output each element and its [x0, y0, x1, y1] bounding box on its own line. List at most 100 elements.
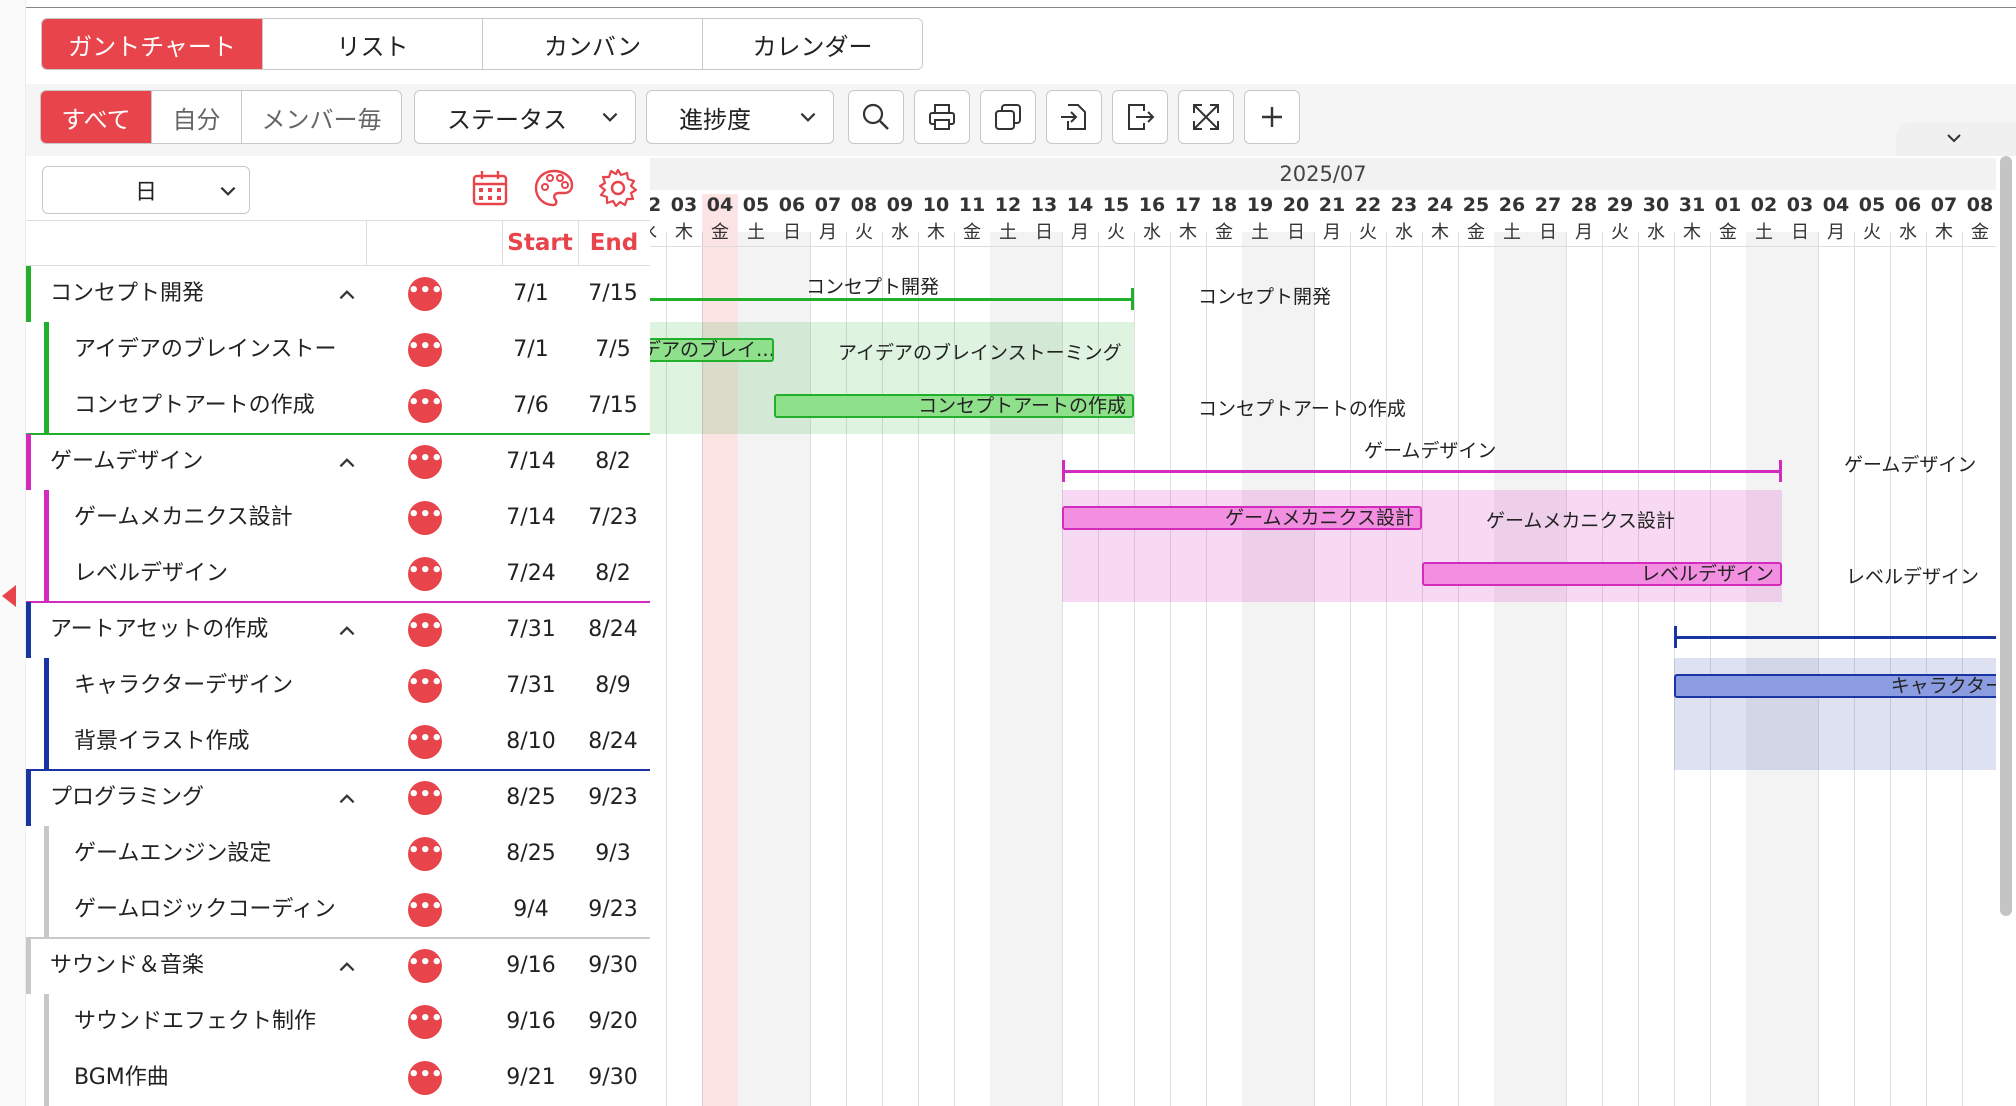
scale-select[interactable]: 日: [42, 166, 250, 214]
row-color-bar: [26, 770, 31, 826]
row-name[interactable]: コンセプト開発: [50, 266, 204, 322]
row-name[interactable]: 背景イラスト作成: [74, 714, 364, 770]
filter-all-button[interactable]: すべて: [41, 91, 151, 143]
chevron-up-icon[interactable]: [336, 284, 358, 306]
character-design-bar[interactable]: キャラクターデザ: [1674, 674, 1996, 698]
collapse-toolbar-tab[interactable]: [1896, 122, 2016, 156]
row-name[interactable]: ゲームメカニクス設計: [74, 490, 364, 546]
row-name[interactable]: キャラクターデザイン: [74, 658, 364, 714]
task-row[interactable]: キャラクターデザイン ••• 7/31 8/9: [26, 658, 650, 714]
group-row[interactable]: アートアセットの作成 ••• 7/31 8/24: [26, 601, 650, 658]
more-options-icon[interactable]: •••: [408, 725, 443, 759]
row-name[interactable]: プログラミング: [50, 770, 204, 826]
row-name[interactable]: ゲームエンジン設定: [74, 826, 364, 882]
row-name[interactable]: コンセプトアートの作成: [74, 378, 364, 434]
timeline-weekday: 月: [1827, 222, 1845, 243]
tab-list[interactable]: リスト: [262, 19, 482, 69]
mechanics-bar[interactable]: ゲームメカニクス設計: [1062, 506, 1422, 530]
chevron-up-icon[interactable]: [336, 452, 358, 474]
task-row[interactable]: コンセプトアートの作成 ••• 7/6 7/15: [26, 378, 650, 434]
task-row[interactable]: ゲームロジックコーディン ••• 9/4 9/23: [26, 882, 650, 938]
tab-gantt[interactable]: ガントチャート: [42, 19, 262, 69]
chevron-up-icon[interactable]: [336, 788, 358, 810]
timeline-month: 2025/07: [650, 158, 1996, 190]
group-row[interactable]: コンセプト開発 ••• 7/1 7/15: [26, 266, 650, 322]
more-options-icon[interactable]: •••: [408, 1005, 443, 1039]
import-button[interactable]: [1046, 90, 1102, 144]
start-column-header[interactable]: Start: [502, 221, 578, 265]
row-name[interactable]: ゲームデザイン: [50, 434, 203, 490]
more-options-icon[interactable]: •••: [408, 949, 443, 983]
concept-summary-label: コンセプト開発: [806, 276, 940, 298]
more-options-icon[interactable]: •••: [408, 557, 443, 591]
group-row[interactable]: プログラミング ••• 8/25 9/23: [26, 769, 650, 826]
gear-icon[interactable]: [596, 166, 640, 210]
row-name[interactable]: アイデアのブレインストー: [74, 322, 364, 378]
row-name[interactable]: サウンドエフェクト制作: [74, 994, 364, 1050]
concept-art-bar[interactable]: コンセプトアートの作成: [774, 394, 1134, 418]
status-select[interactable]: ステータス: [414, 90, 636, 144]
group-row[interactable]: サウンド＆音楽 ••• 9/16 9/30: [26, 937, 650, 994]
task-row[interactable]: ゲームメカニクス設計 ••• 7/14 7/23: [26, 490, 650, 546]
more-options-icon[interactable]: •••: [408, 893, 443, 927]
chevron-up-icon[interactable]: [336, 620, 358, 642]
calendar-icon[interactable]: [468, 166, 512, 210]
row-name[interactable]: BGM作曲: [74, 1050, 364, 1106]
task-row[interactable]: レベルデザイン ••• 7/24 8/2: [26, 546, 650, 602]
print-button[interactable]: [914, 90, 970, 144]
row-name[interactable]: レベルデザイン: [74, 546, 364, 602]
fullscreen-button[interactable]: [1178, 90, 1234, 144]
chevron-down-icon: [220, 186, 236, 196]
more-options-icon[interactable]: •••: [408, 389, 443, 423]
tab-calendar[interactable]: カレンダー: [702, 19, 922, 69]
copy-button[interactable]: [980, 90, 1036, 144]
task-row[interactable]: サウンドエフェクト制作 ••• 9/16 9/20: [26, 994, 650, 1050]
timeline-weekday: 水: [1899, 222, 1917, 243]
palette-icon[interactable]: [532, 166, 576, 210]
row-name[interactable]: アートアセットの作成: [50, 602, 268, 658]
search-button[interactable]: [848, 90, 904, 144]
group-row[interactable]: ゲームデザイン ••• 7/14 8/2: [26, 433, 650, 490]
add-button[interactable]: [1244, 90, 1300, 144]
timeline-weekday: 日: [1791, 222, 1809, 243]
timeline-day: 26: [1498, 194, 1526, 216]
row-name[interactable]: サウンド＆音楽: [50, 938, 204, 994]
day-gridline: [1134, 232, 1135, 1106]
more-options-icon[interactable]: •••: [408, 333, 443, 367]
art-summary-bar[interactable]: [1674, 636, 1996, 639]
filter-per-member-button[interactable]: メンバー毎: [241, 91, 401, 143]
concept-summary-bar-end-tick: [1131, 288, 1134, 310]
timeline-weekday: 水: [650, 218, 666, 244]
task-row[interactable]: BGM作曲 ••• 9/21 9/30: [26, 1050, 650, 1106]
end-date: 8/24: [588, 617, 638, 642]
more-options-icon[interactable]: •••: [408, 501, 443, 535]
more-options-icon[interactable]: •••: [408, 781, 443, 815]
start-date: 7/14: [506, 505, 556, 530]
task-row[interactable]: 背景イラスト作成 ••• 8/10 8/24: [26, 714, 650, 770]
progress-select[interactable]: 進捗度: [646, 90, 834, 144]
more-options-icon[interactable]: •••: [408, 837, 443, 871]
timeline-day: 24: [1426, 194, 1454, 216]
tab-kanban[interactable]: カンバン: [482, 19, 702, 69]
brainstorm-bar[interactable]: デアのブレイ…: [650, 338, 774, 362]
timeline-day: 22: [1354, 194, 1382, 216]
export-button[interactable]: [1112, 90, 1168, 144]
chevron-up-icon[interactable]: [336, 956, 358, 978]
level-design-bar[interactable]: レベルデザイン: [1422, 562, 1782, 586]
more-options-icon[interactable]: •••: [408, 445, 443, 479]
more-options-icon[interactable]: •••: [408, 277, 443, 311]
end-date: 8/24: [588, 729, 638, 754]
filter-self-button[interactable]: 自分: [151, 91, 241, 143]
game-design-summary-bar[interactable]: [1062, 470, 1782, 473]
expand-panel-arrow-icon[interactable]: [2, 585, 16, 607]
vertical-scrollbar[interactable]: [2000, 156, 2012, 916]
more-options-icon[interactable]: •••: [408, 1061, 443, 1095]
task-row[interactable]: ゲームエンジン設定 ••• 8/25 9/3: [26, 826, 650, 882]
more-options-icon[interactable]: •••: [408, 669, 443, 703]
task-row[interactable]: アイデアのブレインストー ••• 7/1 7/5: [26, 322, 650, 378]
row-color-bar: [26, 266, 31, 322]
end-column-header[interactable]: End: [578, 221, 650, 265]
end-date: 8/2: [595, 449, 631, 474]
more-options-icon[interactable]: •••: [408, 613, 443, 647]
row-name[interactable]: ゲームロジックコーディン: [74, 882, 364, 938]
